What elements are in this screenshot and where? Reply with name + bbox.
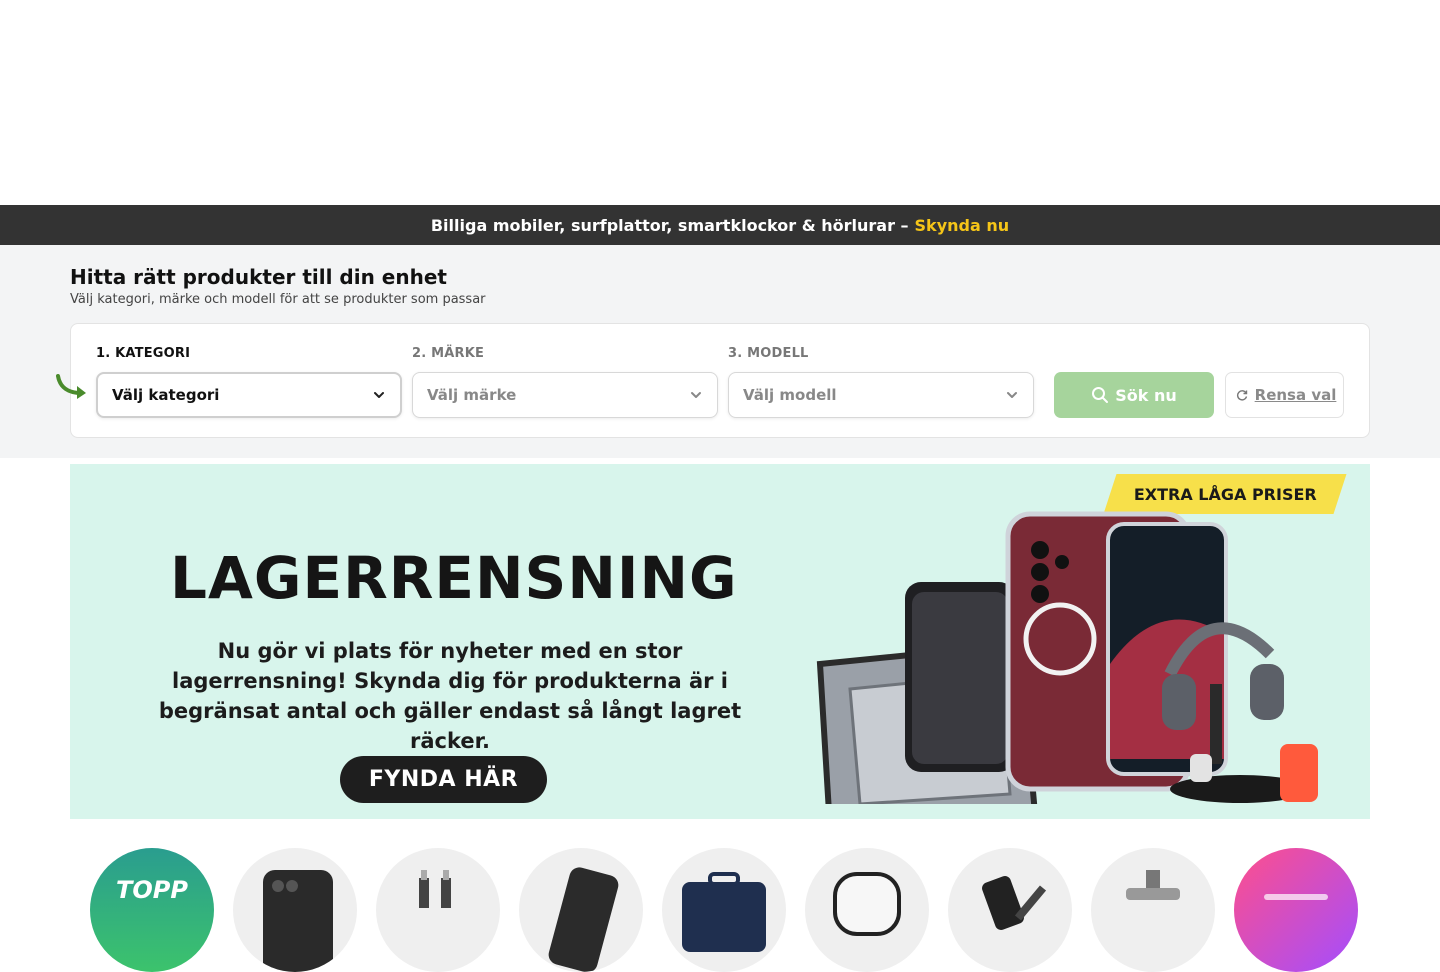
category-circle-phone-cases[interactable] (233, 848, 357, 972)
category-circles: TOPP (90, 848, 1358, 972)
search-button[interactable]: Sök nu (1054, 372, 1214, 418)
phone-screen-image (1106, 522, 1228, 776)
category-circle-wireless-chargers[interactable] (948, 848, 1072, 972)
banner-cta-button[interactable]: FYNDA HÄR (340, 756, 547, 803)
brand-select[interactable]: Välj märke (412, 372, 718, 418)
category-select-value: Välj kategori (112, 386, 220, 404)
reset-button-label: Rensa val (1254, 386, 1337, 404)
search-button-label: Sök nu (1115, 385, 1177, 405)
category-circle-powerbanks[interactable] (519, 848, 643, 972)
finder-card: 1. KATEGORI 2. MÄRKE 3. MODELL Välj kate… (56, 323, 1370, 438)
step-model-label: 3. MODELL (728, 346, 809, 361)
promo-bar: Billiga mobiler, surfplattor, smartklock… (0, 205, 1440, 245)
brand-select-value: Välj märke (427, 386, 517, 404)
header-blank-area (0, 0, 1440, 205)
products-illustration (816, 511, 1318, 804)
model-select-value: Välj modell (743, 386, 837, 404)
campaign-icon (1264, 894, 1328, 900)
chevron-down-icon (691, 392, 701, 398)
banner-headline: LAGERRENSNING (170, 544, 738, 612)
cable-icon (419, 870, 451, 908)
finder-subtitle: Välj kategori, märke och modell för att … (70, 292, 486, 307)
airpods-case-icon (833, 872, 901, 936)
model-select[interactable]: Välj modell (728, 372, 1034, 418)
wireless-charger-icon (982, 876, 1047, 930)
clearance-banner[interactable]: EXTRA LÅGA PRISER LAGERRENSNING Nu gör v… (70, 464, 1370, 819)
search-icon (1092, 387, 1109, 403)
phone-case-icon (263, 870, 333, 972)
category-select[interactable]: Välj kategori (96, 372, 402, 418)
banner-tag-text: EXTRA LÅGA PRISER (1133, 484, 1317, 504)
refresh-icon (1236, 390, 1248, 401)
finder-title: Hitta rätt produkter till din enhet (70, 265, 447, 289)
car-holder-icon (1126, 870, 1180, 900)
phone-black-image (905, 582, 1015, 772)
category-circle-topp[interactable]: TOPP (90, 848, 214, 972)
chevron-down-icon (374, 392, 384, 398)
laptop-bag-icon (682, 872, 766, 952)
product-finder: Hitta rätt produkter till din enhet Välj… (0, 245, 1440, 458)
curved-arrow-icon (56, 374, 86, 399)
chevron-down-icon (1007, 392, 1017, 398)
category-circle-car-holders[interactable] (1091, 848, 1215, 972)
reset-button[interactable]: Rensa val (1225, 372, 1344, 418)
category-circle-airpods-cases[interactable] (805, 848, 929, 972)
banner-text: Nu gör vi plats för nyheter med en stor … (158, 639, 742, 753)
step-category-label: 1. KATEGORI (96, 346, 191, 361)
category-circle-cables[interactable] (376, 848, 500, 972)
step-brand-label: 2. MÄRKE (412, 346, 485, 361)
category-circle-laptop-bags[interactable] (662, 848, 786, 972)
promo-cta-link[interactable]: Skynda nu (915, 216, 1010, 235)
category-circle-campaign[interactable] (1234, 848, 1358, 972)
powerbank-icon (548, 867, 619, 972)
promo-text: Billiga mobiler, surfplattor, smartklock… (430, 215, 909, 235)
